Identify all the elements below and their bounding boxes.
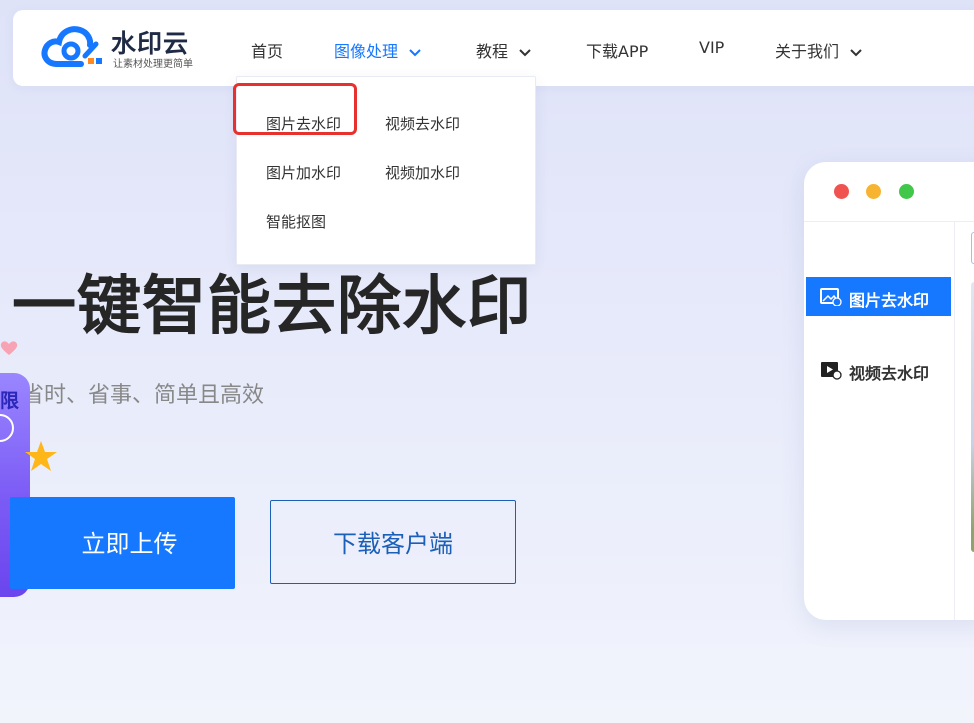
brand-slogan: 让素材处理更简单 [113,59,193,70]
promo-badge-text: 限 [0,390,20,412]
window-sidebar-divider [954,222,955,620]
dropdown-item-video-watermark-add[interactable]: 视频加水印 [385,162,460,183]
download-client-button-label: 下载客户端 [333,530,453,558]
highlight-box [233,83,357,135]
hero-subtitle: 省时、省事、简单且高效 [22,383,265,408]
upload-button[interactable]: 立即上传 [10,497,235,589]
sidebar-label-video-watermark[interactable]: 视频去水印 [849,360,929,384]
hero-title: 一键智能去除水印 [12,270,532,344]
upload-button-label: 立即上传 [81,530,178,558]
chevron-down-icon [519,48,531,56]
nav-tutorial-label: 教程 [476,42,509,61]
download-client-button[interactable]: 下载客户端 [270,500,516,584]
cloud-logo-icon [41,26,102,67]
nav-download-app-label: 下载APP [586,42,649,61]
sidebar-label-image-watermark: 图片去水印 [849,291,930,310]
dropdown-item-video-watermark-remove[interactable]: 视频去水印 [385,113,460,134]
image-icon [820,288,842,306]
nav-vip[interactable]: VIP [699,38,724,57]
dropdown-item-smart-cutout[interactable]: 智能抠图 [266,211,326,232]
video-icon [821,362,842,380]
heart-icon [0,341,18,355]
brand-logo[interactable]: 水印云 让素材处理更简单 [41,22,211,72]
nav-image-processing-label: 图像处理 [334,42,399,61]
nav-vip-label: VIP [699,38,725,57]
nav-tutorial[interactable]: 教程 [476,38,531,62]
nav-image-processing[interactable]: 图像处理 [334,38,421,62]
nav-download-app[interactable]: 下载APP [586,38,648,62]
window-close-dot [834,184,849,199]
window-minimize-dot [866,184,881,199]
top-navbar: 水印云 让素材处理更简单 首页 图像处理 教程 下载APP VIP 关于我们 [13,10,974,86]
star-icon [25,441,57,471]
chevron-down-icon [409,48,421,56]
nav-home-label: 首页 [251,42,284,61]
window-header-divider [804,221,974,222]
window-maximize-dot [899,184,914,199]
app-preview-window: 图片去水印 视频去水印 [804,162,974,620]
nav-about-us-label: 关于我们 [775,42,840,61]
dropdown-item-image-watermark-add[interactable]: 图片加水印 [266,162,341,183]
nav-about-us[interactable]: 关于我们 [775,38,862,62]
nav-home[interactable]: 首页 [251,38,283,62]
chevron-down-icon [850,48,862,56]
